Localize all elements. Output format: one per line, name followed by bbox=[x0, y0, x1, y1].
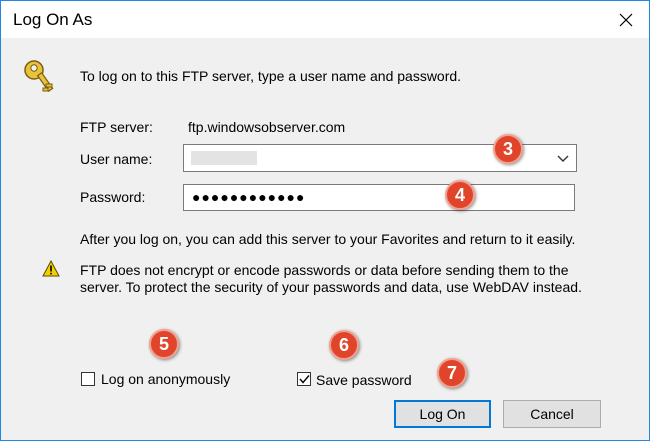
close-button[interactable] bbox=[603, 1, 649, 38]
chevron-down-icon[interactable] bbox=[557, 155, 569, 163]
intro-text: To log on to this FTP server, type a use… bbox=[80, 68, 462, 84]
password-value: ●●●●●●●●●●●● bbox=[192, 189, 306, 205]
callout-badge-5: 5 bbox=[149, 329, 179, 359]
password-label: Password: bbox=[80, 189, 146, 205]
close-icon bbox=[619, 13, 633, 26]
callout-badge-6: 6 bbox=[329, 330, 359, 360]
log-on-button[interactable]: Log On bbox=[394, 400, 491, 428]
callout-badge-4: 4 bbox=[445, 180, 475, 210]
warning-text-line2: server. To protect the security of your … bbox=[80, 279, 582, 295]
cancel-button[interactable]: Cancel bbox=[503, 400, 601, 428]
warning-text-line1: FTP does not encrypt or encode passwords… bbox=[80, 262, 569, 278]
warning-icon bbox=[42, 260, 60, 277]
key-icon bbox=[24, 60, 54, 93]
save-password-label[interactable]: Save password bbox=[316, 372, 412, 388]
anonymous-label[interactable]: Log on anonymously bbox=[101, 371, 230, 387]
logon-dialog: Log On As To log on to this FTP server, … bbox=[0, 0, 650, 441]
user-name-redacted bbox=[191, 151, 257, 165]
callout-badge-7: 7 bbox=[437, 358, 467, 388]
ftp-server-value: ftp.windowsobserver.com bbox=[188, 119, 346, 135]
checkmark-icon bbox=[299, 375, 310, 384]
ftp-server-label: FTP server: bbox=[80, 119, 153, 135]
anonymous-checkbox[interactable] bbox=[81, 372, 95, 386]
dialog-title: Log On As bbox=[13, 10, 93, 29]
callout-badge-3: 3 bbox=[493, 134, 523, 164]
title-bar: Log On As bbox=[1, 1, 649, 38]
password-field[interactable]: ●●●●●●●●●●●● bbox=[183, 184, 575, 211]
save-password-checkbox[interactable] bbox=[297, 372, 311, 386]
dialog-body: To log on to this FTP server, type a use… bbox=[1, 38, 649, 440]
after-logon-text: After you log on, you can add this serve… bbox=[80, 231, 576, 247]
user-name-label: User name: bbox=[80, 151, 153, 167]
